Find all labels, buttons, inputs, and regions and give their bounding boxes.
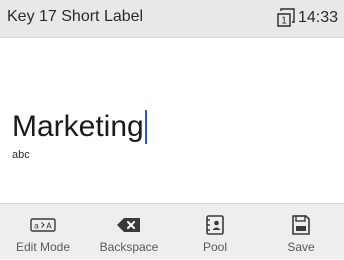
svg-text:A: A bbox=[46, 222, 52, 231]
pool-button[interactable]: Pool bbox=[172, 204, 258, 260]
backspace-label: Backspace bbox=[99, 240, 159, 254]
pool-label: Pool bbox=[202, 240, 228, 254]
pool-icon bbox=[206, 215, 224, 235]
edit-area: Marketing abc bbox=[0, 38, 344, 203]
backspace-icon bbox=[117, 218, 140, 232]
softkey-bar: a A Edit Mode Backspace Pool Save bbox=[0, 203, 344, 259]
line-1-icon: 1 bbox=[277, 8, 295, 27]
edit-mode-label: Edit Mode bbox=[15, 240, 71, 254]
status-area: 1 14:33 bbox=[276, 8, 338, 27]
backspace-button[interactable]: Backspace bbox=[86, 204, 172, 260]
save-icon bbox=[292, 215, 310, 235]
input-mode-indicator: abc bbox=[12, 149, 30, 161]
svg-text:1: 1 bbox=[281, 16, 287, 27]
edit-mode-button[interactable]: a A Edit Mode bbox=[0, 204, 86, 260]
header-bar: Key 17 Short Label 1 14:33 bbox=[0, 0, 344, 38]
svg-text:a: a bbox=[34, 222, 39, 231]
phone-screen: Key 17 Short Label 1 14:33 Marketing abc… bbox=[0, 0, 344, 259]
clock: 14:33 bbox=[297, 8, 338, 26]
edit-mode-icon: a A bbox=[30, 218, 56, 232]
label-input-value: Marketing bbox=[12, 110, 144, 143]
label-input[interactable]: Marketing bbox=[12, 110, 147, 144]
page-title: Key 17 Short Label bbox=[7, 8, 144, 25]
save-label: Save bbox=[287, 240, 315, 254]
save-button[interactable]: Save bbox=[258, 204, 344, 260]
text-caret bbox=[144, 110, 147, 144]
